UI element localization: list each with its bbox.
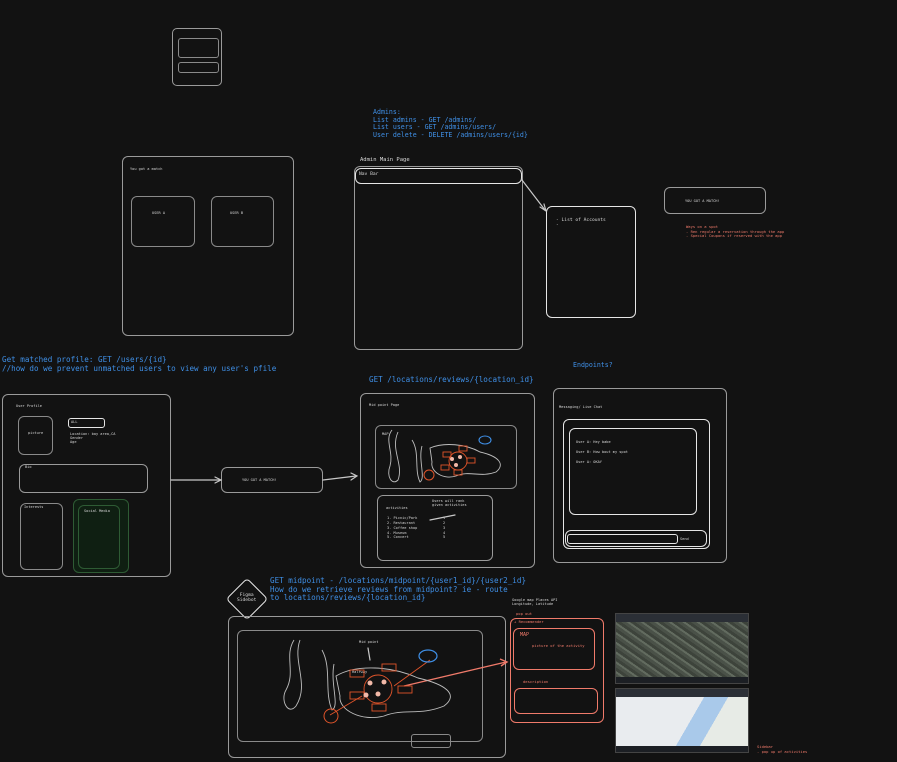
accounts-list-item: - <box>556 223 559 229</box>
midpoint-map-box <box>375 425 517 489</box>
profile-social-box <box>78 505 120 569</box>
user-b-card <box>211 196 274 247</box>
whiteboard-canvas[interactable]: You got a match USER A USER B Admins: Li… <box>0 0 897 762</box>
figma-sidebot-label: Figma Sidebot <box>237 593 256 603</box>
profile-endpoint-note: Get matched profile: GET /users/{id} //h… <box>2 355 277 373</box>
match-frame-caption: You got a match <box>130 167 163 171</box>
profile-bio-box <box>19 464 148 493</box>
match-note-line: - Special Coupons if reserved with the a… <box>686 233 783 239</box>
maps-footer <box>616 677 748 683</box>
endpoints-question: Endpoints? <box>573 361 613 369</box>
activities-note-line: given activities <box>432 502 467 507</box>
maps-road-view <box>616 697 748 746</box>
popup-label: pop out <box>516 611 533 616</box>
profile-interests-box <box>20 503 63 570</box>
phone-button-box <box>178 62 219 73</box>
admin-page-title: Admin Main Page <box>360 157 410 163</box>
profile-bio-label: Bio <box>25 465 32 469</box>
popup-header: + Recommender <box>514 619 544 624</box>
midpoint-sketch-button[interactable] <box>411 734 451 748</box>
midpoint-note-line: to locations/reviews/{location_id} <box>270 593 426 603</box>
activity-item[interactable]: 5. Concert <box>387 535 417 540</box>
arrow-match-to-midpoint <box>322 475 357 481</box>
midpoint-sketch-map <box>237 630 483 742</box>
chat-message: User A: OKAY <box>576 460 602 465</box>
arrow-head <box>539 203 548 213</box>
midpoint-sketch-title: Mid point <box>359 640 379 644</box>
user-b-label: USER B <box>230 211 243 215</box>
accounts-list: - List of Accounts - <box>556 218 606 228</box>
maps-toolbar <box>616 614 748 622</box>
chat-messages: User A: Hey babe User B: How bout my spo… <box>576 437 628 467</box>
midpoint-endpoint-note: GET midpoint - /locations/midpoint/{user… <box>270 576 526 603</box>
maps-toolbar <box>616 689 748 697</box>
activity-score: 5 <box>443 535 446 540</box>
admin-endpoints-note: Admins: List admins - GET /admins/ List … <box>373 108 528 139</box>
reviews-endpoint-note: GET /locations/reviews/{location_id} <box>369 375 534 384</box>
google-maps-note-line: Longitude, Latitude <box>512 601 554 606</box>
user-profile-title: User Profile <box>16 404 42 408</box>
popup-map-label: MAP <box>520 632 530 638</box>
user-a-label: USER A <box>152 211 165 215</box>
chat-message: User B: How bout my spot <box>576 450 628 455</box>
match-red-note: Ways on a spot - Ren regular a reservati… <box>686 224 784 239</box>
google-maps-note: Google map Places API Longitude, Latitud… <box>512 598 557 607</box>
chat-input-inner[interactable] <box>567 534 678 544</box>
profile-info-line: Age <box>70 439 77 444</box>
maps-satellite-view <box>616 622 748 677</box>
popup-description-label: description <box>523 679 549 684</box>
popup-map-sub: picture of the activity <box>532 643 585 648</box>
chat-message: User A: Hey babe <box>576 440 611 444</box>
chat-send-button[interactable]: Send <box>680 537 689 542</box>
figma-label-line: Sidebot <box>237 598 257 604</box>
profile-info: Location: bay area,CA Gender Age <box>70 432 115 445</box>
arrow-head <box>350 472 359 481</box>
midpoint-map-label: MAP <box>382 432 389 436</box>
profile-picture-label: picture <box>28 431 44 435</box>
google-maps-screenshot-2 <box>615 688 749 753</box>
activities-label: activities <box>386 506 408 510</box>
profile-name-value: ALL <box>71 420 78 424</box>
admin-notes-line: User delete - DELETE /admins/users/{id} <box>373 130 528 139</box>
phone-input-box <box>178 38 219 58</box>
user-a-card <box>131 196 195 247</box>
chat-title: Messaging/ Live Chat <box>559 405 603 409</box>
admin-nav-bar-label: Nav Bar <box>359 172 379 177</box>
arrow-admin-to-accounts <box>521 179 546 211</box>
profile-interests-label: Interests <box>24 505 44 509</box>
profile-note-line: //how do we prevent unmatched users to v… <box>2 363 277 373</box>
profile-social-label: Social Media <box>84 509 110 513</box>
google-maps-screenshot-1 <box>615 613 749 684</box>
sidebar-note-line: - pop up of activities <box>757 748 808 754</box>
match-popup-top-label: YOU GOT A MATCH! <box>685 199 720 203</box>
match-popup-mid-label: YOU GOT A MATCH! <box>242 478 277 482</box>
admin-page-frame <box>354 166 523 350</box>
midpoint-sketch-sub: Halfway <box>352 670 368 674</box>
activities-list: 1. Picnic/Park 2. Restaurant 3. Coffee s… <box>387 516 417 540</box>
activities-scores: 1 2 3 4 5 <box>443 516 445 540</box>
sidebar-note: Sidebar - pop up of activities <box>757 744 808 754</box>
activities-ranking-note: Users will rank given activities <box>432 499 467 508</box>
maps-footer <box>616 746 748 752</box>
popup-description-box <box>514 688 598 714</box>
admin-nav-bar <box>355 168 522 184</box>
midpoint-page-title: Mid point Page <box>369 403 400 407</box>
